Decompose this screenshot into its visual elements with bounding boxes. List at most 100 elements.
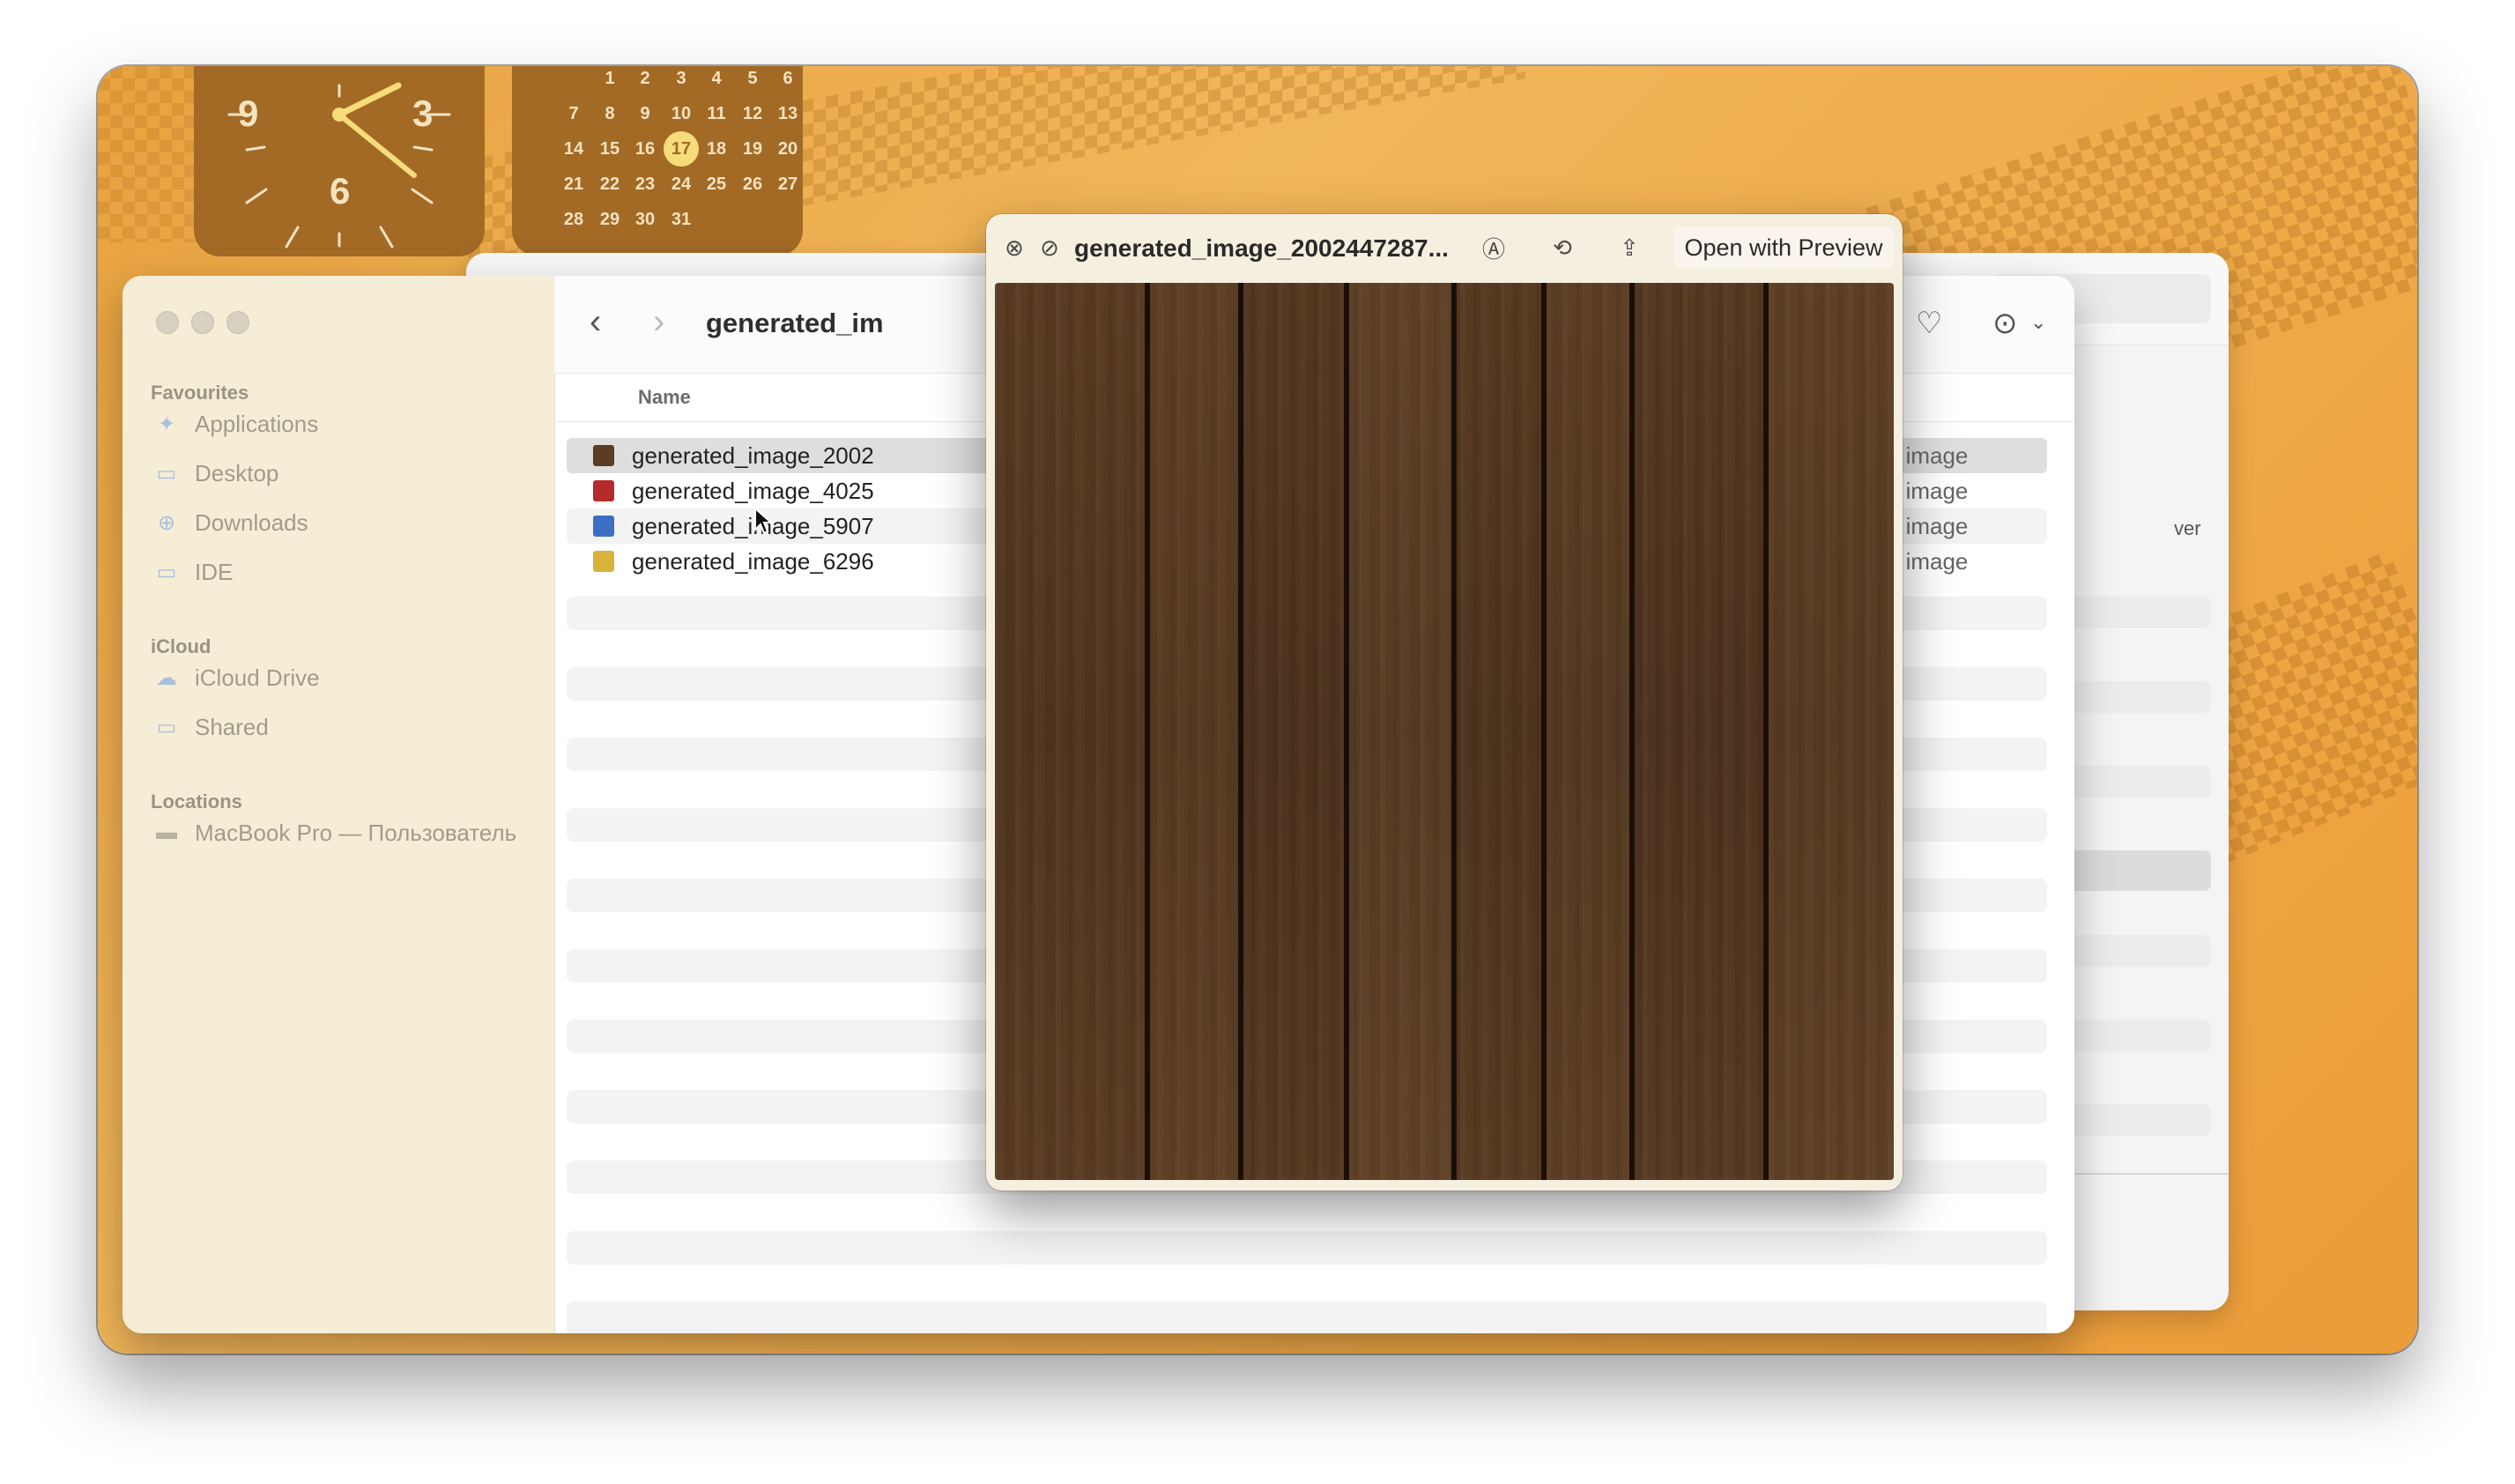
open-with-preview-button[interactable]: Open with Preview (1673, 226, 1894, 269)
calendar-day: 19 (742, 139, 763, 159)
calendar-day: 24 (671, 174, 692, 194)
sidebar-item-ide[interactable]: ▭ IDE (151, 553, 538, 591)
sidebar-section-favourites: Favourites (151, 382, 249, 404)
calendar-day: 29 (599, 210, 620, 229)
minute-hand (337, 112, 417, 178)
sidebar-section-icloud: iCloud (151, 635, 211, 657)
background-row (2052, 681, 2211, 713)
calendar-day: 25 (706, 174, 727, 194)
wood-plank (1635, 283, 1763, 1180)
rotate-icon[interactable]: ⟲ (1548, 234, 1577, 262)
calendar-day: 5 (747, 69, 758, 88)
calendar-day: 9 (640, 104, 650, 123)
quicklook-titlebar: ⊗ ⊘ generated_image_2002447287... Ⓐ ⟲ ⇪ … (986, 214, 1903, 283)
sidebar-item-label: Desktop (195, 459, 279, 486)
mouse-pointer-icon (754, 507, 774, 535)
back-button[interactable]: ‹ (590, 302, 601, 342)
calendar-day: 3 (676, 69, 686, 88)
sidebar-item-label: Applications (195, 410, 319, 437)
sidebar-item-desktop[interactable]: ▭ Desktop (151, 454, 538, 493)
calendar-week: 21 22 23 24 25 26 27 (512, 167, 803, 202)
empty-row (567, 1302, 2047, 1333)
calendar-week: 14 15 16 17 18 19 20 (512, 131, 803, 167)
sidebar-item-label: IDE (195, 558, 234, 585)
more-actions-icon[interactable]: ⊙ (1992, 306, 2018, 341)
background-row (2052, 1104, 2211, 1136)
wood-plank (995, 283, 1145, 1180)
desktop: 9 3 6 1 2 3 4 5 6 7 8 9 10 11 12 13 14 1… (98, 66, 2417, 1354)
calendar-widget[interactable]: 1 2 3 4 5 6 7 8 9 10 11 12 13 14 15 16 1… (512, 66, 803, 256)
close-icon[interactable]: ⊗ (1000, 234, 1028, 262)
sidebar-item-macbook[interactable]: ▬ MacBook Pro — Пользователь (151, 813, 538, 852)
calendar-week: 7 8 9 10 11 12 13 (512, 96, 803, 131)
wood-plank (1769, 283, 1894, 1180)
forward-button[interactable]: › (653, 302, 664, 342)
background-row (2052, 1020, 2211, 1051)
calendar-week: 1 2 3 4 5 6 (512, 66, 803, 96)
calendar-today: 17 (664, 131, 699, 167)
quicklook-title: generated_image_2002447287... (1074, 234, 1449, 262)
file-name: generated_image_4025 (632, 477, 874, 504)
downloads-icon: ⊕ (157, 510, 176, 535)
image-thumbnail-icon (593, 516, 614, 537)
laptop-icon: ▬ (156, 820, 177, 844)
calendar-day: 31 (671, 210, 692, 229)
calendar-day: 1 (605, 69, 615, 88)
quicklook-window[interactable]: ⊗ ⊘ generated_image_2002447287... Ⓐ ⟲ ⇪ … (986, 214, 1903, 1191)
folder-icon: ▭ (156, 560, 177, 584)
hour-hand (336, 82, 402, 118)
background-row (2052, 935, 2211, 967)
clock-widget[interactable]: 9 3 6 (194, 66, 485, 256)
wood-plank (1243, 283, 1344, 1180)
background-selected-row (2052, 850, 2211, 891)
finder-sidebar: Favourites ✦ Applications ▭ Desktop ⊕ Do… (122, 276, 555, 1333)
calendar-week: 28 29 30 31 (512, 202, 803, 237)
share-icon[interactable]: ⇪ (1615, 234, 1643, 262)
sidebar-section-locations: Locations (151, 790, 242, 812)
folder-title: generated_im (706, 308, 884, 338)
calendar-day: 13 (777, 104, 798, 123)
calendar-day: 12 (742, 104, 763, 123)
cloud-icon: ☁ (156, 665, 177, 690)
image-thumbnail-icon (593, 480, 614, 501)
wood-plank (1349, 283, 1451, 1180)
calendar-day: 28 (563, 210, 584, 229)
zoom-window-button[interactable] (226, 311, 249, 334)
calendar-day: 14 (563, 139, 584, 159)
calendar-day: 20 (777, 139, 798, 159)
calendar-day: 26 (742, 174, 763, 194)
image-thumbnail-icon (593, 445, 614, 466)
clock-number-3: 3 (412, 93, 434, 134)
minimize-window-button[interactable] (191, 311, 214, 334)
calendar-day: 8 (605, 104, 615, 123)
sidebar-item-icloud-drive[interactable]: ☁ iCloud Drive (151, 658, 538, 697)
calendar-day: 21 (563, 174, 584, 194)
tag-icon[interactable]: ♡ (1916, 306, 1942, 341)
calendar-day: 22 (599, 174, 620, 194)
sidebar-item-label: MacBook Pro — Пользователь (195, 819, 517, 846)
calendar-day: 15 (599, 139, 620, 159)
image-preview (995, 283, 1894, 1180)
markup-icon[interactable]: Ⓐ (1480, 234, 1508, 263)
clock-number-9: 9 (238, 93, 259, 134)
wood-plank (1547, 283, 1629, 1180)
calendar-day: 10 (671, 104, 692, 123)
calendar-day: 11 (707, 104, 726, 123)
calendar-day: 6 (783, 69, 793, 88)
clock-center (332, 108, 346, 122)
wood-plank (1150, 283, 1238, 1180)
close-window-button[interactable] (156, 311, 179, 334)
empty-row (567, 1231, 2047, 1265)
column-header-name[interactable]: Name (638, 373, 691, 422)
chevron-down-icon[interactable]: ⌄ (2030, 311, 2046, 334)
calendar-day: 4 (711, 69, 722, 88)
file-name: generated_image_2002 (632, 441, 874, 469)
sidebar-item-downloads[interactable]: ⊕ Downloads (151, 503, 538, 542)
clock-number-6: 6 (330, 170, 351, 211)
fullscreen-icon[interactable]: ⊘ (1035, 234, 1064, 262)
calendar-day: 2 (640, 69, 650, 88)
calendar-day: 7 (568, 104, 579, 123)
shared-folder-icon: ▭ (156, 715, 177, 739)
sidebar-item-applications[interactable]: ✦ Applications (151, 404, 538, 443)
sidebar-item-shared[interactable]: ▭ Shared (151, 708, 538, 746)
